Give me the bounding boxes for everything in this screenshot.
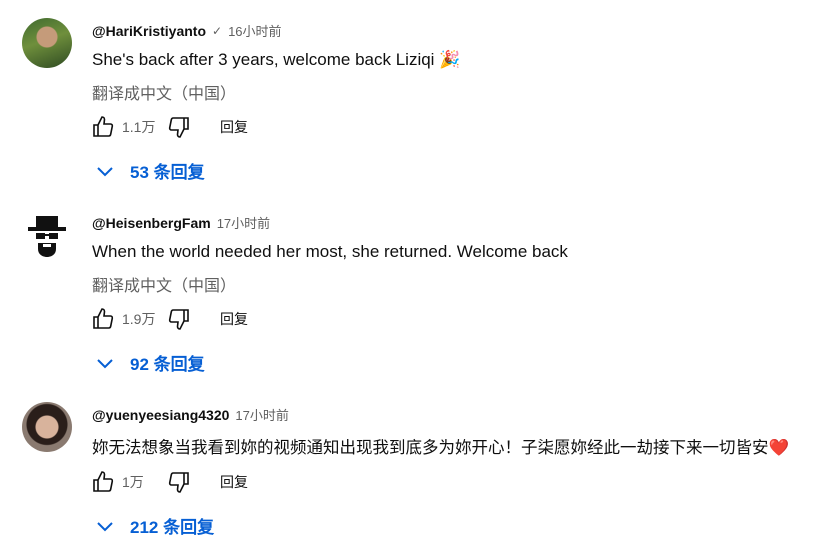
view-replies-button[interactable]: 53 条回复 [96,158,205,183]
chevron-down-icon [96,357,114,369]
like-count: 1.9万 [122,311,156,327]
replies-count: 212 条回复 [130,518,215,537]
comment-actions: 1.9万 回复 [90,306,248,332]
thumbs-down-icon[interactable] [166,114,192,140]
comment-text: She's back after 3 years, welcome back L… [92,50,461,69]
comment-actions: 1万 回复 [90,469,248,495]
comment-text: 妳无法想象当我看到妳的视频通知出现我到底多为妳开心！子柒愿妳经此一劫接下来一切皆… [92,439,790,457]
avatar[interactable] [22,402,72,452]
author-name[interactable]: @HariKristiyanto [92,23,206,39]
author-name[interactable]: @yuenyeesiang4320 [92,407,229,423]
comment-text: When the world needed her most, she retu… [92,242,568,261]
verified-icon: ✓ [212,23,223,38]
avatar[interactable] [22,210,72,260]
chevron-down-icon [96,520,114,532]
like-count: 1.1万 [122,119,156,135]
reply-button[interactable]: 回复 [220,117,248,137]
author-name[interactable]: @HeisenbergFam [92,215,211,231]
thumbs-up-icon[interactable] [90,469,116,495]
comment-time[interactable]: 16小时前 [228,21,281,40]
avatar[interactable] [22,18,72,68]
comment-time[interactable]: 17小时前 [217,213,270,232]
thumbs-down-icon[interactable] [166,469,192,495]
thumbs-up-icon[interactable] [90,306,116,332]
heisenberg-icon [28,216,66,257]
replies-count: 53 条回复 [130,163,205,182]
translate-link[interactable]: 翻译成中文（中国） [92,272,236,296]
view-replies-button[interactable]: 92 条回复 [96,350,205,375]
thumbs-down-icon[interactable] [166,306,192,332]
view-replies-button[interactable]: 212 条回复 [96,513,214,538]
thumbs-up-icon[interactable] [90,114,116,140]
comment-time[interactable]: 17小时前 [235,405,288,424]
comment-actions: 1.1万 回复 [90,114,248,140]
translate-link[interactable]: 翻译成中文（中国） [92,80,236,104]
replies-count: 92 条回复 [130,355,205,374]
reply-button[interactable]: 回复 [220,309,248,329]
like-count: 1万 [122,474,144,490]
author-line: @HeisenbergFam 17小时前 [92,213,270,232]
author-line: @HariKristiyanto ✓ 16小时前 [92,21,282,40]
reply-button[interactable]: 回复 [220,472,248,492]
author-line: @yuenyeesiang4320 17小时前 [92,405,289,424]
chevron-down-icon [96,165,114,177]
